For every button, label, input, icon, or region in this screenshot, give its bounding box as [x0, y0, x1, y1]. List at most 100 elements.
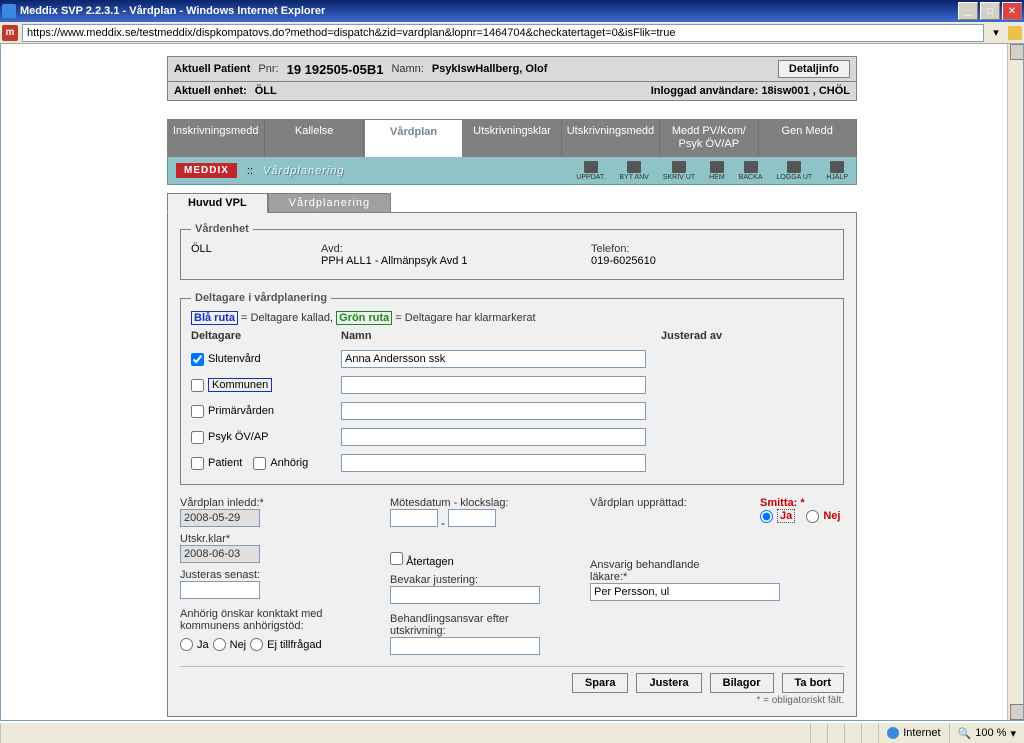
name-label: Namn:	[391, 63, 423, 75]
vardenhet-legend: Vårdenhet	[191, 223, 253, 235]
ansvarig-label: Ansvarig behandlande läkare:*	[590, 559, 730, 583]
bevakar-label: Bevakar justering:	[390, 574, 560, 586]
maximize-button[interactable]: □	[980, 2, 1000, 20]
delete-button[interactable]: Ta bort	[782, 673, 844, 693]
deltagare-legend: Deltagare i vårdplanering	[191, 292, 331, 304]
tab-inskrivningsmedd[interactable]: Inskrivningsmedd	[167, 119, 265, 157]
col-deltagare: Deltagare	[191, 330, 341, 342]
motes-label: Mötesdatum - klockslag:	[390, 497, 560, 509]
window-titlebar: Meddix SVP 2.2.3.1 - Vårdplan - Windows …	[0, 0, 1024, 22]
required-note: * = obligatoriskt fält.	[180, 695, 844, 706]
back-icon[interactable]: BACKA	[739, 161, 763, 181]
tab-gen-medd[interactable]: Gen Medd	[759, 119, 857, 157]
url-field[interactable]: https://www.meddix.se/testmeddix/dispkom…	[22, 24, 984, 42]
status-zone: Internet	[878, 723, 948, 743]
minimize-button[interactable]: _	[958, 2, 978, 20]
tab-vardplan[interactable]: Vårdplan	[364, 119, 463, 157]
avd-value: PPH ALL1 - Allmänpsyk Avd 1	[321, 255, 591, 267]
pnr-label: Pnr:	[258, 63, 278, 75]
col-justerad: Justerad av	[661, 330, 722, 342]
logged-label: Inloggad användare:	[651, 85, 759, 97]
chk-primarvarden[interactable]	[191, 405, 204, 418]
justeras-input[interactable]	[180, 581, 260, 599]
zoom-icon: 🔍	[958, 727, 972, 740]
subtab-row: Huvud VPL Vårdplanering	[167, 193, 857, 213]
motes-date-input[interactable]	[390, 509, 438, 527]
url-dropdown-icon[interactable]: ▾	[988, 26, 1004, 39]
logged-user: 18isw001 , CHÖL	[761, 85, 850, 97]
utskr-label: Utskr.klar*	[180, 533, 360, 545]
name-kommunen[interactable]	[341, 376, 646, 394]
patient-header: Aktuell Patient Pnr: 19 192505-05B1 Namn…	[167, 56, 857, 101]
chk-slutenvard[interactable]	[191, 353, 204, 366]
lower-grid: Vårdplan inledd:* 2008-05-29 Utskr.klar*…	[180, 497, 844, 658]
attachments-button[interactable]: Bilagor	[710, 673, 774, 693]
name-patient-anhorig[interactable]	[341, 454, 646, 472]
help-icon[interactable]: HJÄLP	[826, 161, 848, 181]
status-zoom[interactable]: 🔍100 % ▾	[949, 723, 1024, 743]
unit-value: ÖLL	[255, 85, 277, 97]
chk-kommunen[interactable]	[191, 379, 204, 392]
refresh-icon[interactable]: UPPDAT.	[576, 161, 605, 181]
avd-label: Avd:	[321, 243, 591, 255]
row-psyk: Psyk ÖV/AP	[191, 428, 833, 446]
chk-atertagen[interactable]	[390, 552, 403, 565]
name-slutenvard[interactable]	[341, 350, 646, 368]
print-icon[interactable]: SKRIV UT	[663, 161, 695, 181]
name-psyk[interactable]	[341, 428, 646, 446]
row-primarvarden: Primärvården	[191, 402, 833, 420]
tel-value: 019-6025610	[591, 255, 833, 267]
tab-kallelse[interactable]: Kallelse	[265, 119, 363, 157]
logout-icon[interactable]: LOGGA UT	[776, 161, 812, 181]
name-primarvarden[interactable]	[341, 402, 646, 420]
patient-label: Aktuell Patient	[174, 63, 250, 75]
button-bar: Spara Justera Bilagor Ta bort	[180, 666, 844, 693]
main-nav: Inskrivningsmedd Kallelse Vårdplan Utskr…	[167, 119, 857, 157]
utskr-input[interactable]: 2008-06-03	[180, 545, 260, 563]
radio-smitta-nej[interactable]	[806, 510, 819, 523]
tab-utskrivningsmedd[interactable]: Utskrivningsmedd	[562, 119, 660, 157]
site-favicon: m	[2, 25, 18, 41]
url-text: https://www.meddix.se/testmeddix/dispkom…	[27, 27, 675, 39]
subtab-huvud-vpl[interactable]: Huvud VPL	[167, 193, 268, 213]
save-button[interactable]: Spara	[572, 673, 629, 693]
close-button[interactable]: ✕	[1002, 2, 1022, 20]
motes-time-input[interactable]	[448, 509, 496, 527]
switch-user-icon[interactable]: BYT ANV	[619, 161, 648, 181]
bevakar-input[interactable]	[390, 586, 540, 604]
row-kommunen: Kommunen	[191, 376, 833, 394]
unit-label: Aktuell enhet:	[174, 85, 247, 97]
row-slutenvard: Slutenvård	[191, 350, 833, 368]
radio-nej[interactable]	[213, 638, 226, 651]
toolbar: MEDDIX :: Vårdplanering UPPDAT. BYT ANV …	[167, 157, 857, 185]
radio-smitta-ja[interactable]	[760, 510, 773, 523]
lock-icon	[1008, 26, 1022, 40]
tel-label: Telefon:	[591, 243, 833, 255]
deltagare-fieldset: Deltagare i vårdplanering Blå ruta = Del…	[180, 292, 844, 485]
radio-ej[interactable]	[250, 638, 263, 651]
inledd-input[interactable]: 2008-05-29	[180, 509, 260, 527]
chk-patient[interactable]	[191, 457, 204, 470]
page-body: Aktuell Patient Pnr: 19 192505-05B1 Namn…	[0, 44, 1024, 721]
uppr-label: Vårdplan upprättad:	[590, 497, 730, 509]
behand-input[interactable]	[390, 637, 540, 655]
vardenhet-fieldset: Vårdenhet ÖLL Avd: PPH ALL1 - Allmänpsyk…	[180, 223, 844, 280]
patient-name: PsykIswHallberg, Olof	[432, 63, 548, 75]
ansvarig-input[interactable]: Per Persson, ul	[590, 583, 780, 601]
anhorig-label: Anhörig önskar konktakt med kommunens an…	[180, 608, 350, 632]
blue-legend: Blå ruta	[191, 311, 238, 325]
legend-line: Blå ruta = Deltagare kallad, Grön ruta =…	[191, 312, 833, 324]
detail-button[interactable]: Detaljinfo	[778, 60, 850, 78]
tab-medd-pv[interactable]: Medd PV/Kom/ Psyk ÖV/AP	[660, 119, 758, 157]
window-title: Meddix SVP 2.2.3.1 - Vårdplan - Windows …	[20, 5, 325, 17]
pnr-value: 19 192505-05B1	[287, 62, 384, 77]
adjust-button[interactable]: Justera	[636, 673, 701, 693]
globe-icon	[887, 727, 899, 739]
chk-psyk[interactable]	[191, 431, 204, 444]
tab-utskrivningsklar[interactable]: Utskrivningsklar	[463, 119, 561, 157]
home-icon[interactable]: HEM	[709, 161, 725, 181]
chk-anhorig[interactable]	[253, 457, 266, 470]
vertical-scrollbar[interactable]	[1007, 44, 1023, 720]
subtab-vardplanering[interactable]: Vårdplanering	[268, 193, 392, 213]
radio-ja[interactable]	[180, 638, 193, 651]
